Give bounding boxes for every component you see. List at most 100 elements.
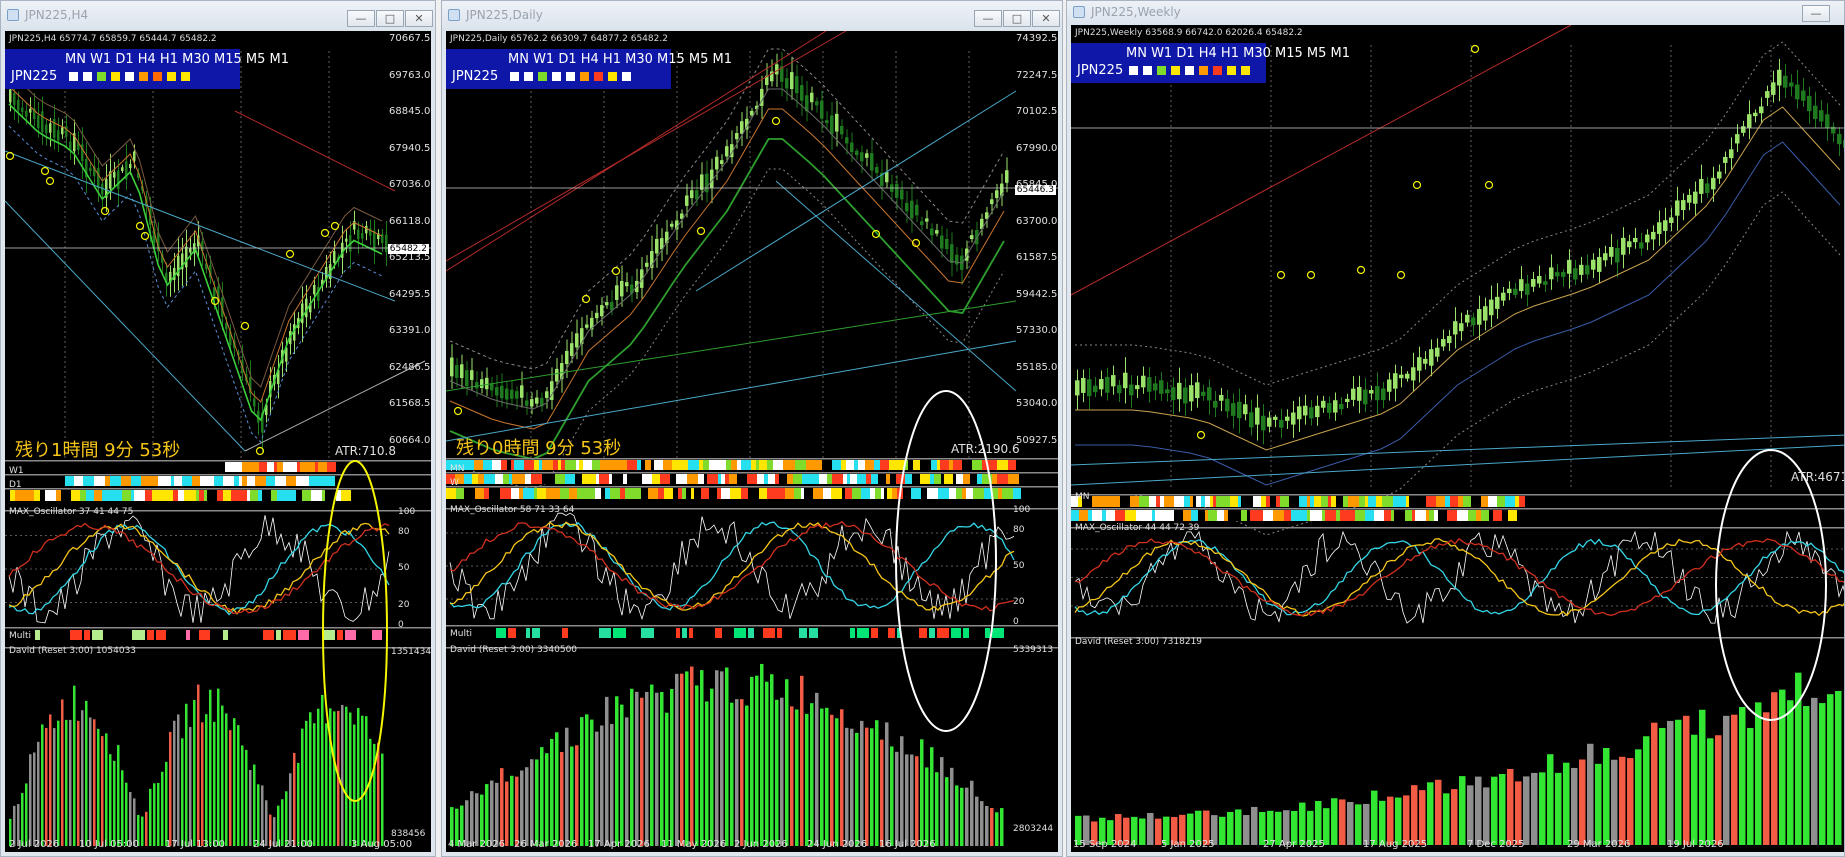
candle-body (910, 200, 914, 219)
signal-strip-cell (592, 460, 597, 470)
chart-canvas[interactable]: JPN225,Weekly 63568.9 66742.0 62026.4 65… (1071, 25, 1844, 852)
signal-strip-cell (223, 476, 231, 486)
signal-strip-cell (525, 474, 531, 484)
chart-window-h4[interactable]: JPN225,H4 — □ ✕ JPN225,H4 65774.7 65859.… (0, 0, 436, 857)
signal-strip-cell (582, 474, 589, 484)
candle-body (1321, 400, 1326, 408)
candle-body (720, 160, 724, 164)
timeframe-panel[interactable]: MN W1 D1 H4 H1 M30 M15 M5 M1 JPN225 (446, 49, 732, 89)
candle-body (900, 189, 904, 200)
date-label: 2 Jun 2026 (734, 839, 788, 850)
multi-strip-cell (526, 628, 530, 638)
minimize-button[interactable]: — (347, 10, 375, 27)
chart-canvas[interactable]: JPN225,Daily 65762.2 66309.7 64877.2 654… (446, 31, 1058, 852)
trend-line (1071, 434, 1844, 466)
signal-strip-cell (1216, 496, 1220, 507)
signal-strip-cell (61, 490, 71, 501)
date-label: 26 Mar 2026 (514, 839, 578, 850)
histogram-bar (550, 738, 554, 846)
signal-strip-cell (966, 488, 973, 499)
david-label: David (Reset 3:00) 7318219 (1075, 637, 1203, 647)
moving-average-line (449, 48, 1005, 370)
david-label: David (Reset 3:00) 3340500 (450, 645, 578, 655)
candle-body (113, 171, 116, 178)
signal-strip-cell (944, 474, 953, 484)
chart-window-daily[interactable]: JPN225,Daily — □ ✕ JPN225,Daily 65762.2 … (441, 0, 1063, 857)
candle-body (1483, 306, 1488, 321)
timeframe-panel[interactable]: MN W1 D1 H4 H1 M30 M15 M5 M1 JPN225 (1071, 43, 1350, 83)
signal-strip-cell (707, 474, 718, 484)
window-titlebar[interactable]: JPN225,Daily — □ ✕ (442, 1, 1062, 31)
signal-strip-cell (802, 474, 810, 484)
histogram-bar (101, 736, 104, 846)
signal-circle (611, 266, 621, 276)
signal-strip-cell (843, 474, 847, 484)
signal-strip-cell (1263, 510, 1273, 521)
signal-circle (320, 228, 330, 238)
candle-body (1567, 259, 1572, 274)
window-titlebar[interactable]: JPN225,H4 — □ ✕ (1, 1, 435, 31)
signal-strip-cell (912, 474, 920, 484)
window-titlebar[interactable]: JPN225,Weekly — (1067, 1, 1844, 25)
candle-body (1111, 375, 1116, 387)
signal-strip-cell (597, 460, 600, 470)
osc-level-0: 0 (1013, 617, 1019, 627)
signal-strip-cell (315, 462, 318, 472)
signal-strip-cell (813, 488, 823, 499)
candle-body (885, 171, 889, 183)
histogram-bar (1611, 759, 1618, 845)
histogram-bar (765, 681, 769, 846)
signal-circle (453, 406, 463, 416)
histogram-bar (590, 719, 594, 846)
candle-body (875, 167, 879, 173)
signal-strip-cell (612, 474, 623, 484)
candle-body (333, 251, 336, 263)
signal-strip-cell (953, 474, 956, 484)
maximize-button[interactable]: □ (376, 10, 404, 27)
close-button[interactable]: ✕ (405, 10, 433, 27)
signal-strip-cell (305, 476, 309, 486)
minimize-button[interactable]: — (1802, 5, 1830, 22)
chart-window-weekly[interactable]: JPN225,Weekly — JPN225,Weekly 63568.9 66… (1066, 0, 1845, 857)
histogram-bar (925, 767, 929, 846)
close-button[interactable]: ✕ (1032, 10, 1060, 27)
signal-strip-cell (663, 460, 672, 470)
candle-body (1501, 292, 1506, 301)
signal-strip-cell (658, 488, 664, 499)
maximize-button[interactable]: □ (1003, 10, 1031, 27)
candle-body (1639, 242, 1644, 249)
signal-strip-cell (1336, 510, 1340, 521)
candle-body (1549, 267, 1554, 280)
histogram-bar (1147, 812, 1154, 845)
signal-strip-cell (503, 474, 509, 484)
candle-body (1477, 309, 1482, 325)
signal-strip-cell (620, 488, 625, 499)
signal-strip-cell (247, 490, 250, 501)
osc-level-100: 100 (1013, 505, 1031, 515)
osc-level-0: 0 (398, 620, 404, 630)
signal-strip-cell (1348, 496, 1359, 507)
histogram-bar (690, 666, 694, 846)
signal-strip-cell (542, 460, 553, 470)
timeframe-status-square (1171, 66, 1180, 75)
timeframe-panel[interactable]: MN W1 D1 H4 H1 M30 M15 M5 M1 JPN225 (5, 49, 289, 89)
osc-level-100: 100 (398, 507, 416, 517)
multi-strip-cell (35, 630, 40, 640)
signal-strip-cell (555, 488, 560, 499)
signal-strip-cell (1450, 496, 1458, 507)
minimize-button[interactable]: — (974, 10, 1002, 27)
signal-strip-cell (1307, 496, 1310, 507)
signal-strip-cell (1359, 496, 1365, 507)
chart-canvas[interactable]: JPN225,H4 65774.7 65859.7 65444.7 65482.… (5, 31, 431, 852)
date-label: 24 Jun 2026 (807, 839, 868, 850)
multi-strip-cell (871, 628, 878, 638)
signal-strip-cell (857, 474, 866, 484)
signal-strip-cell (242, 490, 247, 501)
signal-strip-cell (1436, 496, 1445, 507)
signal-strip-cell (627, 474, 637, 484)
date-label: 15 Sep 2024 (1073, 839, 1137, 850)
signal-strip-cell (1152, 510, 1155, 521)
candle-body (1225, 398, 1230, 412)
signal-strip-cell (878, 474, 886, 484)
signal-strip-cell (1191, 510, 1198, 521)
